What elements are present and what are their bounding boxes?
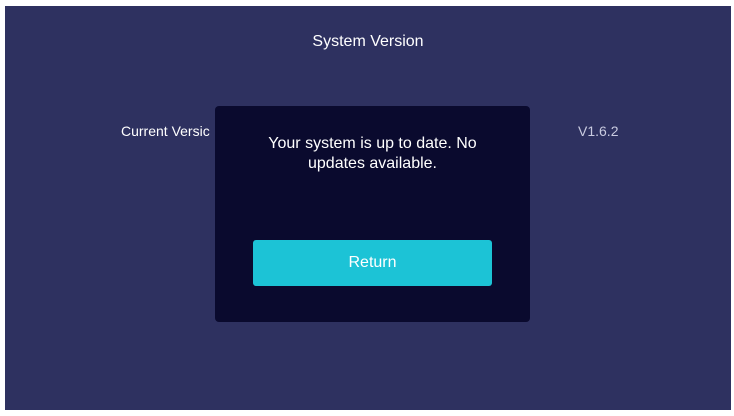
system-version-screen: System Version Current Versic V1.6.2 You… — [5, 6, 731, 410]
current-version-label: Current Versic — [121, 123, 210, 139]
update-status-dialog: Your system is up to date. No updates av… — [215, 106, 530, 322]
current-version-value: V1.6.2 — [578, 123, 619, 139]
return-button[interactable]: Return — [253, 240, 492, 286]
page-title: System Version — [312, 33, 424, 50]
dialog-message: Your system is up to date. No updates av… — [268, 135, 477, 172]
